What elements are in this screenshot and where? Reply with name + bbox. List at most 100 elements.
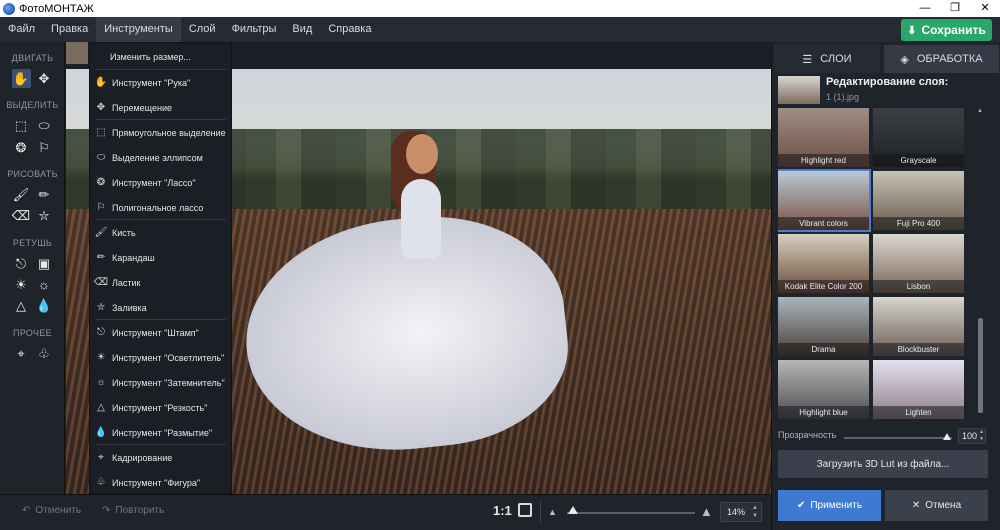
dd-hand[interactable]: ✋ Инструмент "Рука"	[90, 70, 231, 95]
polygon-lasso-icon: ⚐	[38, 139, 50, 155]
dd-move[interactable]: ✥ Перемещение	[90, 95, 231, 120]
tab-layers-label: СЛОИ	[820, 53, 852, 65]
dd-label: Выделение эллипсом	[112, 152, 203, 163]
filter-highlight-red[interactable]: Highlight red	[778, 108, 869, 167]
scroll-up-icon[interactable]: ▲	[976, 108, 984, 114]
close-icon[interactable]: ✕	[970, 0, 1000, 17]
menu-filters[interactable]: Фильтры	[224, 17, 285, 42]
menu-edit[interactable]: Правка	[43, 17, 96, 42]
fill-icon: ⛦	[38, 207, 50, 223]
brush-icon: 🖌	[12, 186, 30, 202]
dd-eraser[interactable]: ⌫ Ластик	[90, 270, 231, 295]
opacity-slider-handle[interactable]	[943, 433, 951, 440]
filter-vibrant-colors[interactable]: Vibrant colors	[778, 169, 871, 232]
opacity-label: Прозрачность	[778, 430, 837, 440]
filter-scrollbar[interactable]: ▲	[976, 108, 984, 422]
scroll-thumb[interactable]	[978, 318, 983, 413]
filter-drama[interactable]: Drama	[778, 297, 869, 356]
tab-processing[interactable]: ◈ ОБРАБОТКА	[884, 45, 999, 73]
dd-blur[interactable]: 💧 Инструмент "Размытие"	[90, 420, 231, 445]
dd-resize[interactable]: Изменить размер...	[90, 44, 231, 69]
opacity-slider[interactable]	[844, 437, 952, 439]
filter-highlight-blue[interactable]: Highlight blue	[778, 360, 869, 419]
opacity-input[interactable]: 100 ▲ ▼	[958, 428, 986, 444]
shape-tool[interactable]: ♧	[35, 344, 54, 363]
zoom-slider[interactable]	[567, 512, 695, 514]
dd-rect-select[interactable]: ⬚ Прямоугольное выделение	[90, 120, 231, 145]
pencil-tool[interactable]: ✏	[35, 185, 54, 204]
filter-blockbuster[interactable]: Blockbuster	[873, 297, 964, 356]
redo-button[interactable]: ↷ Повторить	[102, 505, 164, 516]
apply-button[interactable]: ✔ Применить	[778, 490, 881, 521]
dd-pencil[interactable]: ✏ Карандаш	[90, 245, 231, 270]
load-3d-lut-button[interactable]: Загрузить 3D Lut из файла...	[778, 450, 988, 478]
filter-lighten[interactable]: Lighten	[873, 360, 964, 419]
crop-tool[interactable]: ⌖	[12, 344, 31, 363]
cancel-button[interactable]: ✕ Отмена	[885, 490, 988, 521]
dd-shape[interactable]: ♧ Инструмент "Фигура"	[90, 470, 231, 495]
crop-icon: ⌖	[98, 452, 104, 463]
tab-layers[interactable]: ☰ СЛОИ	[774, 45, 880, 73]
save-button[interactable]: ⬇ Сохранить	[901, 19, 992, 41]
dd-ellipse-select[interactable]: ⬭ Выделение эллипсом	[90, 145, 231, 170]
menu-layer[interactable]: Слой	[181, 17, 224, 42]
filter-lisbon[interactable]: Lisbon	[873, 234, 964, 293]
burn-tool[interactable]: ☼	[35, 275, 54, 294]
spinner-icon[interactable]: ▲ ▼	[979, 429, 984, 443]
patch-tool[interactable]: ▣	[35, 254, 54, 273]
lasso-tool[interactable]: ❂	[12, 138, 31, 157]
stamp-icon: ⎋	[97, 327, 105, 338]
filter-fuji-pro-400[interactable]: Fuji Pro 400	[873, 171, 964, 230]
filter-kodak-elite-color-200[interactable]: Kodak Elite Color 200	[778, 234, 869, 293]
move-tool[interactable]: ✥	[35, 69, 54, 88]
layer-thumbnail[interactable]	[66, 42, 88, 64]
maximize-icon[interactable]: ❐	[940, 0, 970, 17]
dd-lasso[interactable]: ❂ Инструмент "Лассо"	[90, 170, 231, 195]
dd-label: Полигональное лассо	[112, 202, 204, 213]
eraser-tool[interactable]: ⌫	[12, 206, 31, 225]
brush-tool[interactable]: 🖌	[12, 185, 31, 204]
hand-tool[interactable]: ✋	[11, 69, 31, 88]
dd-label: Инструмент "Фигура"	[112, 477, 201, 488]
dodge-tool[interactable]: ☀	[12, 275, 31, 294]
dd-crop[interactable]: ⌖ Кадрирование	[90, 445, 231, 470]
fit-screen-icon[interactable]	[518, 503, 532, 517]
zoom-input[interactable]: 14% ▲ ▼	[720, 502, 762, 522]
menu-view[interactable]: Вид	[284, 17, 320, 42]
menu-file[interactable]: Файл	[0, 17, 43, 42]
zoom-out-icon[interactable]: ▲	[548, 507, 557, 517]
polygon-lasso-tool[interactable]: ⚐	[35, 138, 54, 157]
menu-tools[interactable]: Инструменты	[96, 17, 181, 42]
polygon-lasso-icon: ⚐	[96, 202, 106, 213]
rect-select-tool[interactable]: ⬚	[12, 116, 31, 135]
dd-stamp[interactable]: ⎋ Инструмент "Штамп"	[90, 320, 231, 345]
zoom-slider-handle[interactable]	[568, 506, 578, 514]
undo-button[interactable]: ↶ Отменить	[22, 505, 81, 516]
tab-processing-label: ОБРАБОТКА	[916, 53, 983, 65]
actual-size-button[interactable]: 1:1	[493, 503, 512, 518]
dd-sharpen[interactable]: △ Инструмент "Резкость"	[90, 395, 231, 420]
dd-fill[interactable]: ⛦ Заливка	[90, 295, 231, 320]
dd-label: Кадрирование	[112, 452, 173, 463]
spinner-icon[interactable]: ▲ ▼	[752, 504, 758, 520]
dd-brush[interactable]: 🖌 Кисть	[90, 220, 231, 245]
dd-label: Инструмент "Лассо"	[112, 177, 196, 188]
stamp-icon: ⎋	[15, 255, 27, 271]
menu-help[interactable]: Справка	[320, 17, 379, 42]
dd-dodge[interactable]: ☀ Инструмент "Осветлитель"	[90, 345, 231, 370]
minimize-icon[interactable]: —	[910, 0, 940, 17]
layer-edit-title: Редактирование слоя:	[826, 76, 949, 88]
fill-tool[interactable]: ⛦	[35, 206, 54, 225]
blur-tool[interactable]: 💧	[35, 296, 54, 315]
dd-burn[interactable]: ☼ Инструмент "Затемнитель"	[90, 370, 231, 395]
sharpen-tool[interactable]: △	[12, 296, 31, 315]
dd-label: Кисть	[112, 227, 136, 238]
lasso-icon: ❂	[15, 139, 27, 155]
dd-polygon-lasso[interactable]: ⚐ Полигональное лассо	[90, 195, 231, 220]
undo-icon: ↶	[22, 505, 31, 516]
filter-grayscale[interactable]: Grayscale	[873, 108, 964, 167]
dd-label: Перемещение	[112, 102, 172, 113]
ellipse-select-tool[interactable]: ⬭	[35, 116, 54, 135]
zoom-in-icon[interactable]: ▲	[700, 504, 713, 519]
stamp-tool[interactable]: ⎋	[12, 254, 31, 273]
